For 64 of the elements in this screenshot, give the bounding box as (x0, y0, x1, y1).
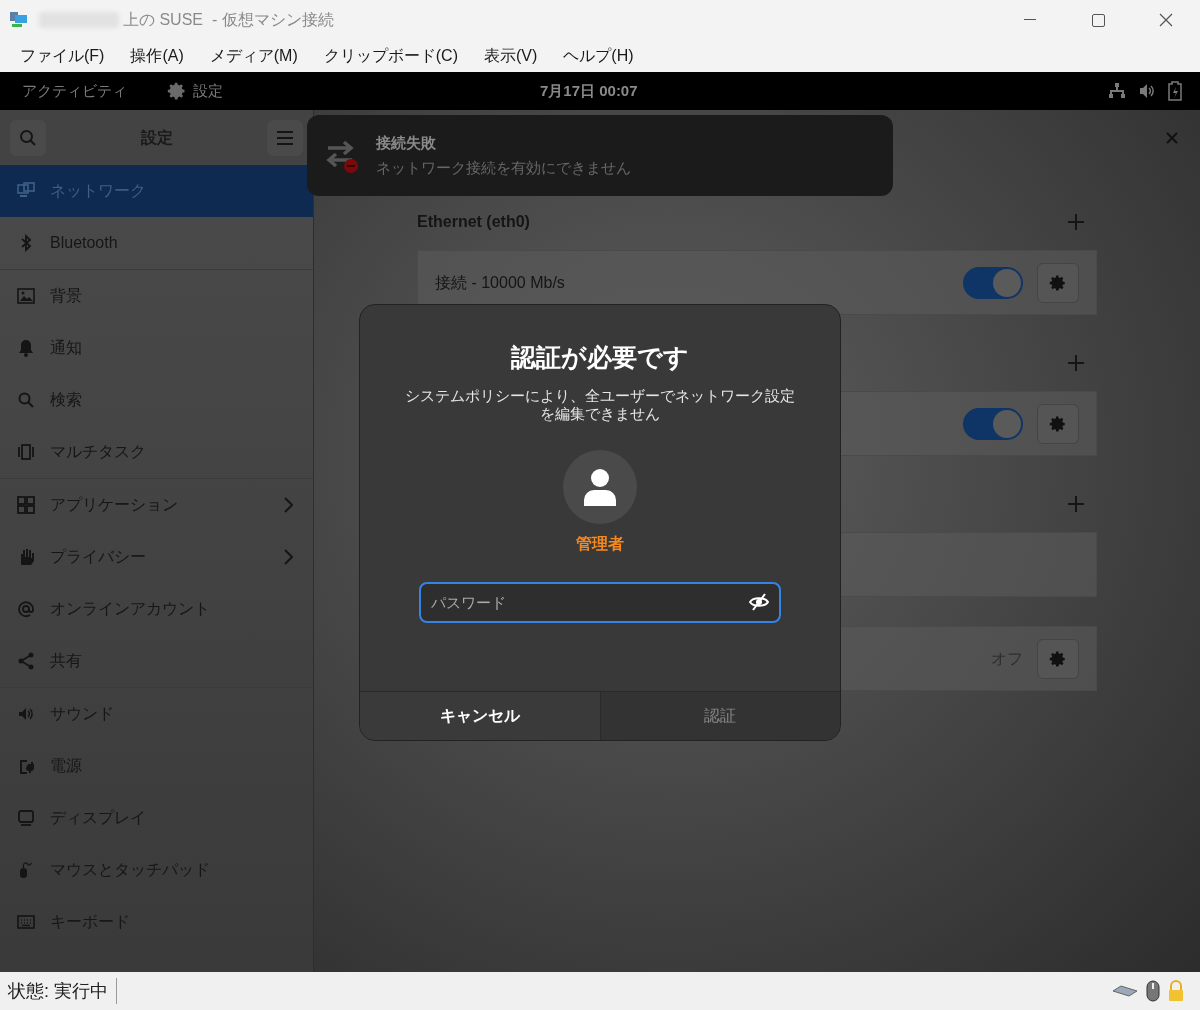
settings-button[interactable] (1037, 262, 1079, 303)
activities-button[interactable]: アクティビティ (22, 79, 127, 103)
add-button[interactable] (1067, 495, 1085, 513)
search-icon (19, 128, 37, 147)
power-icon (17, 757, 35, 775)
password-field[interactable]: パスワード (419, 581, 781, 623)
menu-item[interactable]: クリップボード(C) (313, 42, 468, 70)
mouse-icon (1146, 980, 1160, 1002)
gear-icon (1049, 273, 1067, 292)
close-icon (1166, 131, 1178, 144)
network-icon (17, 182, 35, 200)
keyboard-icon (1112, 985, 1138, 997)
battery-icon[interactable] (1168, 81, 1182, 101)
menu-button[interactable] (267, 119, 303, 156)
dialog-message: システムポリシーにより、全ユーザーでネットワーク設定を編集できません (404, 386, 796, 423)
plus-icon (1067, 213, 1085, 231)
close-button[interactable] (1166, 130, 1180, 145)
menu-item[interactable]: メディア(M) (199, 42, 308, 70)
plus-icon (1067, 354, 1085, 372)
search-icon (17, 391, 35, 409)
notification-title: 接続失敗 (376, 133, 437, 153)
menu-item[interactable]: ファイル(F) (10, 42, 115, 70)
menu-item[interactable]: ヘルプ(H) (553, 42, 644, 70)
bell-icon (17, 339, 35, 357)
maximize-icon (1091, 13, 1105, 27)
plus-icon (1067, 495, 1085, 513)
eye-slash-icon[interactable] (749, 592, 769, 611)
connection-label: 接続 - 10000 Mb/s (435, 272, 565, 293)
menu-icon (277, 130, 293, 145)
multitask-icon (17, 443, 35, 461)
close-icon (1159, 13, 1173, 27)
vm-connection-icon (9, 11, 29, 29)
settings-button[interactable] (1037, 403, 1079, 444)
gear-icon (1049, 414, 1067, 433)
search-button[interactable] (10, 119, 46, 156)
settings-button[interactable] (1037, 638, 1079, 679)
toggle-switch[interactable] (963, 266, 1023, 299)
menu-item[interactable]: 表示(V) (473, 42, 548, 70)
status-text: 状態: 実行中 (8, 979, 108, 1003)
window-title: 上の SUSE - 仮想マシン接続 (123, 10, 334, 30)
volume-icon[interactable] (1138, 82, 1156, 100)
minimize-icon (1024, 19, 1036, 21)
at-sign-icon (17, 600, 35, 618)
keyboard-icon (17, 913, 35, 931)
dialog-title: 認証が必要です (511, 342, 689, 373)
monitor-icon (17, 809, 35, 827)
user-name: 管理者 (576, 533, 624, 554)
clock[interactable]: 7月17日 00:07 (540, 79, 638, 103)
grid-icon (17, 496, 35, 514)
app-menu-button[interactable]: 設定 (167, 79, 223, 103)
add-button[interactable] (1067, 213, 1085, 231)
image-icon (17, 287, 35, 305)
lock-icon (1168, 980, 1184, 1002)
network-icon[interactable] (1108, 82, 1126, 100)
toggle-switch[interactable] (963, 407, 1023, 440)
gear-icon (167, 81, 187, 101)
add-button[interactable] (1067, 354, 1085, 372)
notification-body: ネットワーク接続を有効にできません (376, 157, 631, 178)
menu-item[interactable]: 操作(A) (120, 42, 194, 70)
speaker-icon (17, 705, 35, 723)
share-icon (17, 652, 35, 670)
person-icon (582, 467, 618, 506)
mouse-icon (17, 861, 35, 879)
gear-icon (1049, 649, 1067, 668)
